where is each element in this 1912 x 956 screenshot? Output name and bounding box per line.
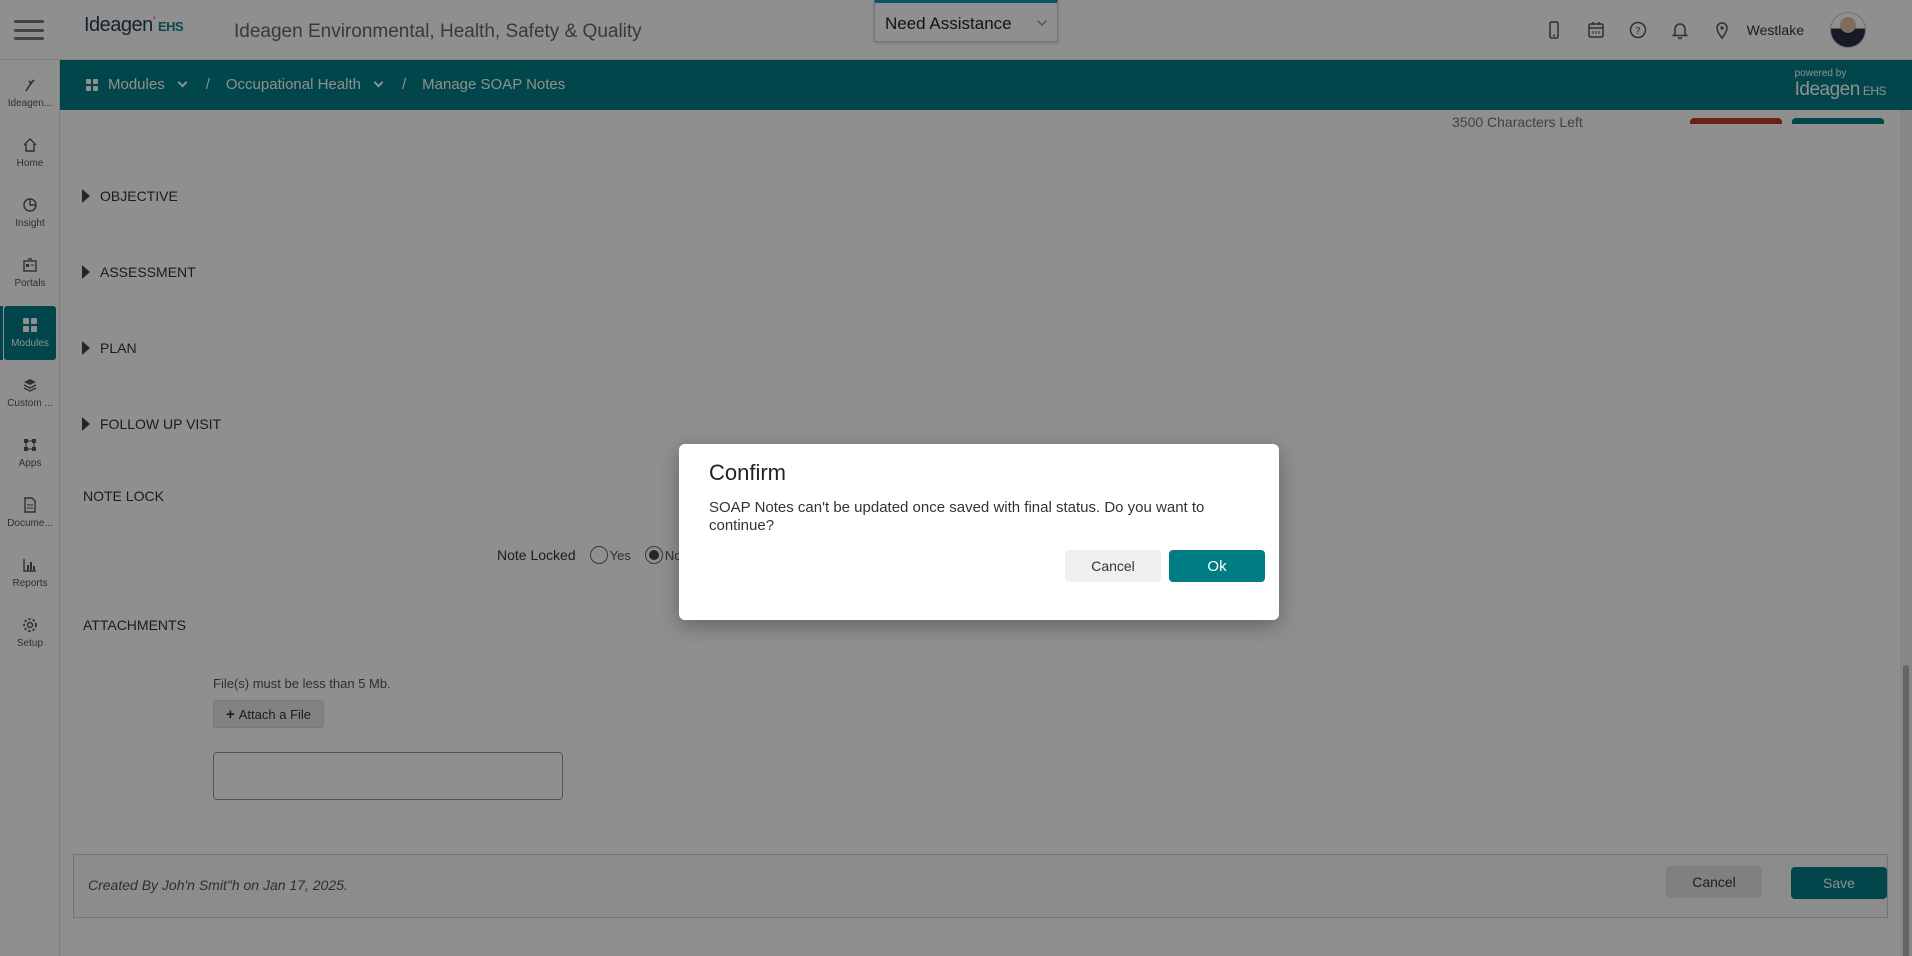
confirm-dialog: Confirm SOAP Notes can't be updated once… <box>679 444 1279 620</box>
dialog-title: Confirm <box>709 460 787 485</box>
dialog-ok-button[interactable]: Ok <box>1169 550 1265 582</box>
dialog-cancel-button[interactable]: Cancel <box>1065 550 1161 582</box>
dialog-message: SOAP Notes can't be updated once saved w… <box>709 499 1205 534</box>
